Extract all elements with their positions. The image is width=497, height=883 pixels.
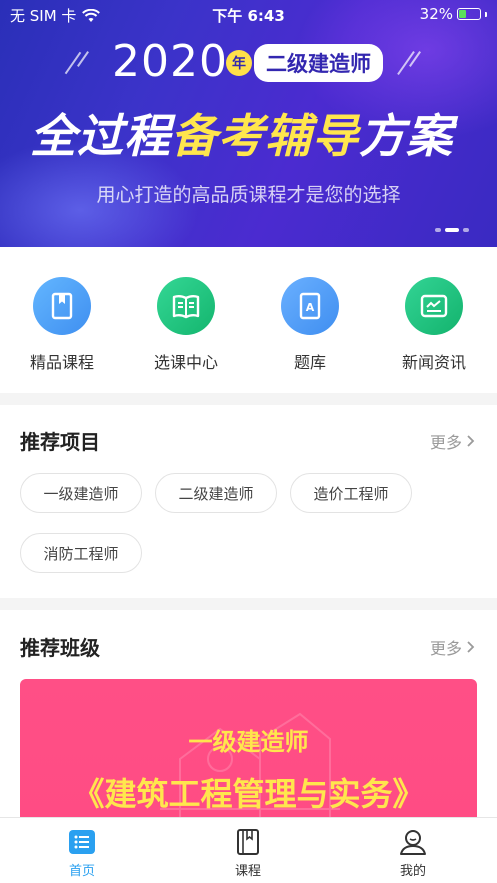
more-label: 更多 — [429, 639, 462, 658]
menu-item-question-bank[interactable]: A 题库 — [255, 277, 365, 373]
open-book-icon — [157, 277, 215, 335]
battery-info: 32% — [420, 5, 487, 23]
menu-item-course-center[interactable]: 选课中心 — [131, 277, 241, 373]
project-chip[interactable]: 二级建造师 — [155, 473, 277, 513]
chevron-right-icon — [467, 641, 475, 653]
bookmark-book-icon — [33, 277, 91, 335]
project-chip[interactable]: 造价工程师 — [290, 473, 412, 513]
project-chip[interactable]: 一级建造师 — [20, 473, 142, 513]
carousel-dot[interactable] — [435, 228, 441, 232]
banner-headline-part2: 备考辅导 — [171, 109, 359, 163]
tab-label: 我的 — [399, 864, 426, 879]
banner-year-suffix: 年 — [226, 50, 252, 76]
news-icon — [405, 277, 463, 335]
question-bank-icon: A — [281, 277, 339, 335]
quick-menu: 精品课程 选课中心 A 题库 新闻资讯 — [0, 247, 497, 393]
menu-item-label: 新闻资讯 — [401, 353, 466, 372]
carousel-dot-active[interactable] — [445, 228, 459, 232]
menu-item-label: 精品课程 — [29, 353, 94, 372]
section-divider — [0, 393, 497, 405]
recommend-classes-title: 推荐班级 — [20, 636, 100, 660]
battery-percent: 32% — [419, 5, 453, 23]
menu-item-premium-courses[interactable]: 精品课程 — [7, 277, 117, 373]
tab-courses[interactable]: 课程 — [198, 828, 298, 879]
carousel-indicator[interactable] — [435, 228, 469, 232]
banner-headline: 全过程备考辅导方案 — [30, 100, 453, 166]
promo-banner[interactable]: 无 SIM 卡 下午 6:43 32% 2020 年 二级建造师 全过程备考辅导… — [0, 0, 497, 247]
bottom-tab-bar: 首页 课程 我的 — [0, 817, 497, 883]
tab-label: 课程 — [234, 864, 261, 879]
class-card[interactable]: 一级建造师 《建筑工程管理与实务》 — [20, 679, 477, 829]
profile-icon — [363, 828, 463, 856]
tab-label: 首页 — [68, 864, 95, 879]
menu-item-news[interactable]: 新闻资讯 — [379, 277, 489, 373]
tab-home[interactable]: 首页 — [32, 828, 132, 879]
chevron-right-icon — [467, 435, 475, 447]
recommend-classes-more-link[interactable]: 更多 — [430, 635, 475, 659]
carousel-dot[interactable] — [463, 228, 469, 232]
home-list-icon — [32, 828, 132, 856]
class-card-title: 《建筑工程管理与实务》 — [72, 775, 425, 813]
more-label: 更多 — [429, 433, 462, 452]
recommend-projects-title: 推荐项目 — [20, 430, 100, 454]
banner-year: 2020 — [112, 36, 228, 87]
svg-text:A: A — [306, 301, 315, 314]
banner-subtitle: 用心打造的高品质课程才是您的选择 — [96, 184, 401, 206]
menu-item-label: 题库 — [293, 353, 326, 372]
banner-headline-part3: 方案 — [359, 109, 453, 163]
banner-exam-tag: 二级建造师 — [254, 44, 383, 82]
project-chip[interactable]: 消防工程师 — [20, 533, 142, 573]
class-card-subtitle: 一级建造师 — [188, 728, 309, 756]
section-divider — [0, 598, 497, 610]
course-book-icon — [198, 828, 298, 856]
menu-item-label: 选课中心 — [153, 353, 218, 372]
status-bar: 无 SIM 卡 下午 6:43 32% — [0, 0, 497, 30]
tab-mine[interactable]: 我的 — [363, 828, 463, 879]
banner-headline-part1: 全过程 — [30, 109, 171, 163]
recommend-projects-more-link[interactable]: 更多 — [430, 429, 475, 453]
battery-icon — [457, 8, 481, 20]
